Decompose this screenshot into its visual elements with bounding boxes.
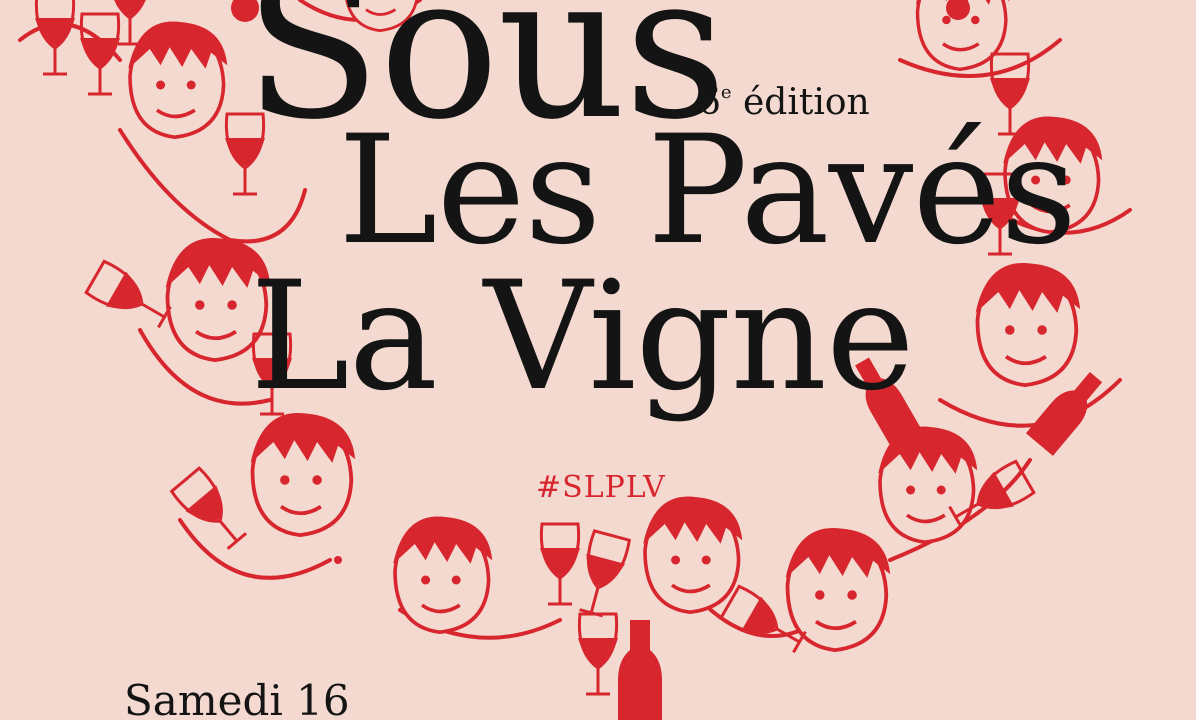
title-line-3: La Vigne (250, 250, 915, 424)
title-line-2: Les Pavés (338, 104, 1077, 278)
edition-suffix: e (720, 82, 732, 103)
event-poster: Sous 6e édition Les Pavés La Vigne #SLPL… (0, 0, 1196, 720)
event-date: Samedi 16 (124, 676, 350, 720)
hashtag: #SLPLV (536, 470, 666, 505)
